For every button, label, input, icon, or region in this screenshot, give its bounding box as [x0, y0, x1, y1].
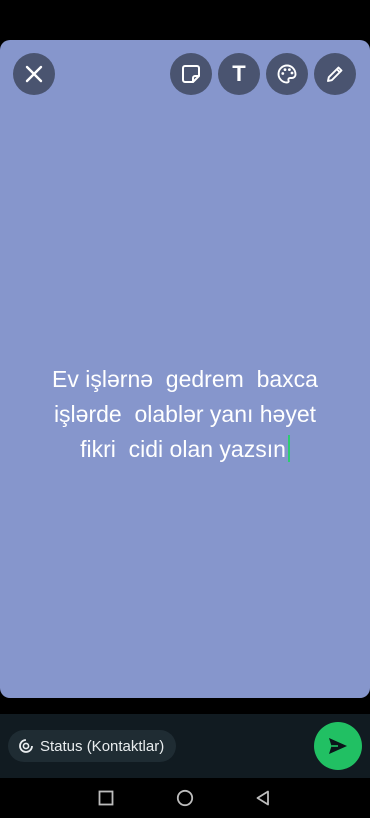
pencil-icon — [327, 66, 343, 82]
recents-button[interactable] — [96, 788, 116, 808]
square-icon — [98, 790, 114, 806]
draw-button[interactable] — [314, 53, 356, 95]
sticker-button[interactable] — [170, 53, 212, 95]
status-privacy-icon — [19, 739, 33, 753]
back-button[interactable] — [253, 788, 273, 808]
close-icon — [25, 65, 43, 83]
system-navigation-bar — [0, 778, 370, 818]
status-text-input[interactable]: Ev işlərnə gedrem baxca işlərde olablər … — [22, 362, 348, 467]
triangle-back-icon — [256, 790, 269, 806]
status-text-canvas[interactable]: T Ev işlərnə gedrem baxca işlərde olablə… — [0, 40, 370, 698]
sticker-icon — [182, 65, 200, 83]
status-audience-button[interactable]: Status (Kontaktlar) — [8, 730, 177, 762]
palette-icon — [277, 64, 297, 84]
circle-icon — [176, 789, 194, 807]
send-icon — [329, 738, 347, 754]
status-audience-label: Status (Kontaktlar) — [40, 737, 165, 755]
status-footer: Status (Kontaktlar) — [0, 714, 370, 778]
text-icon: T — [232, 61, 246, 86]
send-button[interactable] — [314, 722, 362, 770]
text-cursor — [287, 435, 290, 462]
status-text: Ev işlərnə gedrem baxca işlərde olablər … — [52, 366, 318, 462]
home-button[interactable] — [175, 788, 195, 808]
close-button[interactable] — [13, 53, 55, 95]
text-style-button[interactable]: T — [218, 53, 260, 95]
background-color-button[interactable] — [266, 53, 308, 95]
